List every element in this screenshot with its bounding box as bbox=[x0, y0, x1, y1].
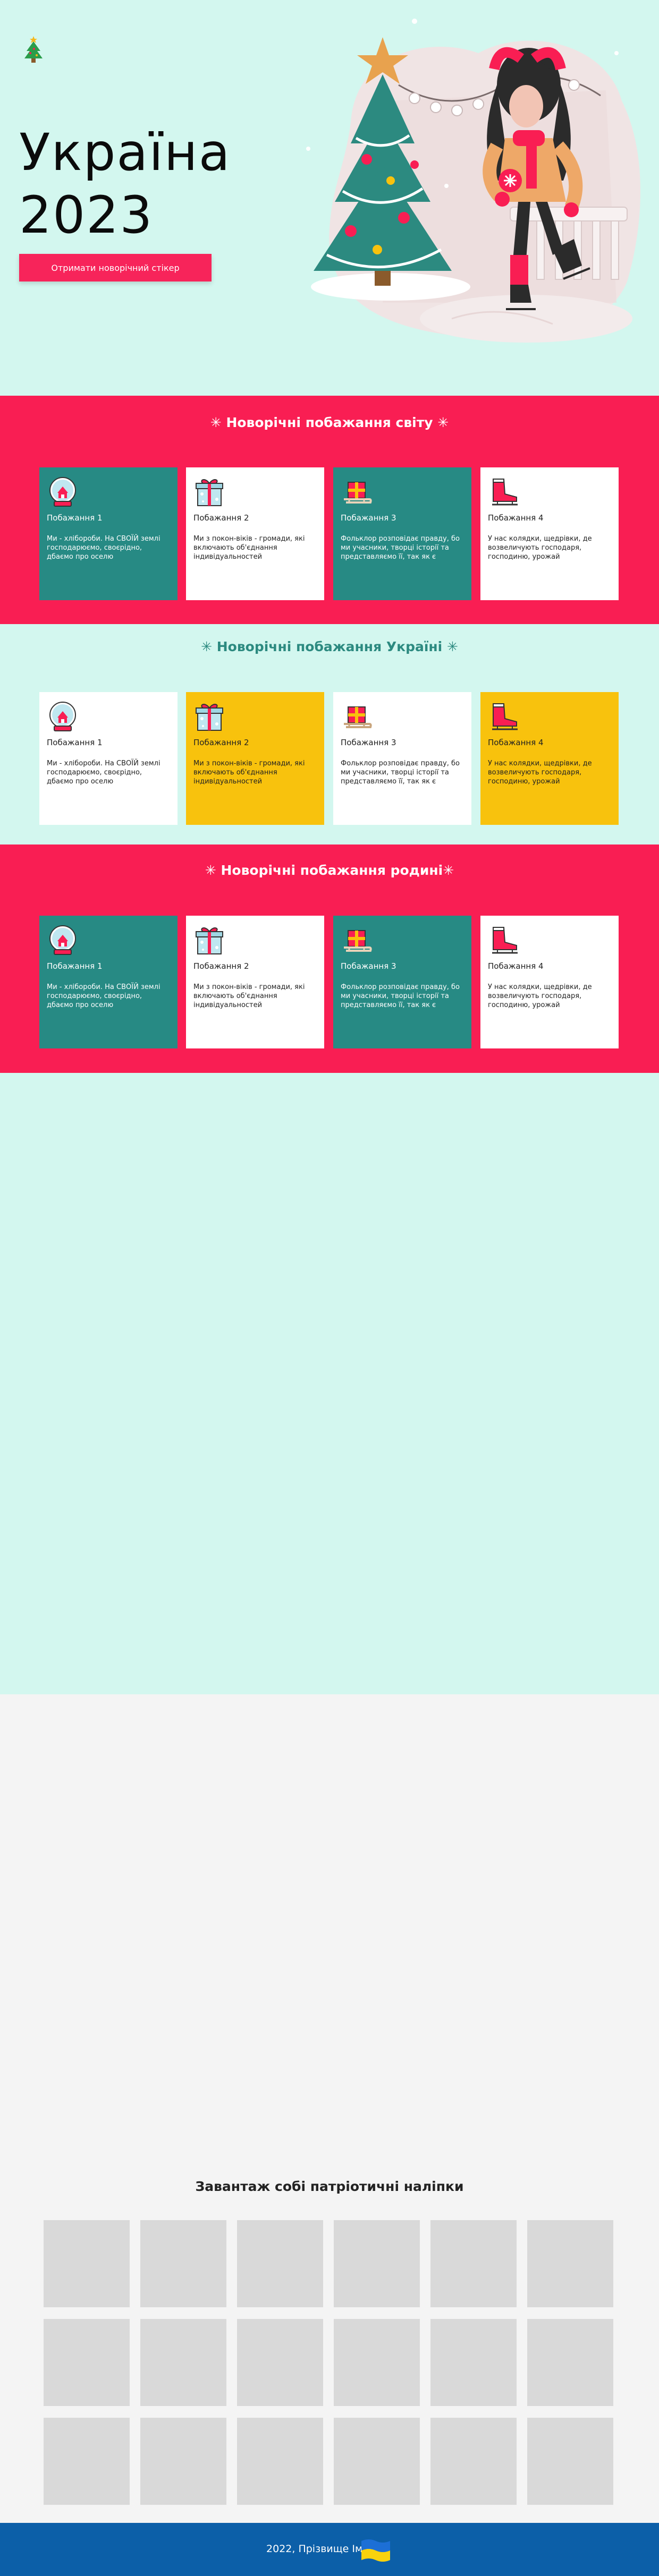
wish-card-title: Побажання 1 bbox=[47, 513, 103, 523]
wish-card-text: У нас колядки, щедрівки, де возвеличують… bbox=[488, 760, 592, 786]
gift-box-icon bbox=[196, 704, 223, 731]
gift-box-icon bbox=[196, 927, 223, 954]
sticker-tile[interactable] bbox=[430, 2319, 517, 2406]
wish-card-title: Побажання 2 bbox=[193, 738, 249, 747]
wish-card-title: Побажання 1 bbox=[47, 961, 103, 971]
snow-globe-icon bbox=[49, 702, 76, 731]
wish-card-4[interactable]: Побажання 4 У нас колядки, щедрівки, де … bbox=[480, 467, 619, 600]
wish-card-title: Побажання 1 bbox=[47, 738, 103, 747]
wish-card-text: Ми з покон-віків - громади, які включают… bbox=[193, 983, 305, 1009]
ice-skate-icon bbox=[492, 703, 518, 730]
wish-card-1[interactable]: Побажання 1 Ми - хлібороби. На СВОЇЙ зем… bbox=[39, 692, 178, 825]
wish-card-title: Побажання 4 bbox=[488, 513, 544, 523]
sticker-tile[interactable] bbox=[334, 2220, 420, 2307]
sticker-tile[interactable] bbox=[430, 2418, 517, 2505]
section-title: ✳ Новорічні побажання родині✳ bbox=[205, 863, 454, 878]
sticker-tile[interactable] bbox=[237, 2319, 323, 2406]
wish-card-title: Побажання 3 bbox=[341, 513, 396, 523]
sled-gift-icon bbox=[344, 706, 372, 728]
sticker-tile[interactable] bbox=[527, 2418, 613, 2505]
wish-card-text: Ми - хлібороби. На СВОЇЙ землі господарю… bbox=[47, 983, 160, 1009]
sticker-tile[interactable] bbox=[140, 2220, 226, 2307]
footer-copyright: 2022, Прізвище Ім'я bbox=[266, 2543, 371, 2555]
ice-skate-icon bbox=[492, 927, 518, 954]
sticker-tile[interactable] bbox=[140, 2418, 226, 2505]
page-title: Україна 2023 bbox=[19, 121, 231, 246]
sticker-tile[interactable] bbox=[334, 2319, 420, 2406]
section-title: ✳ Новорічні побажання світу ✳ bbox=[210, 415, 449, 430]
wish-card-text: Ми з покон-віків - громади, які включают… bbox=[193, 535, 305, 561]
stickers-section: Завантаж собі патріотичні наліпки bbox=[0, 1694, 659, 2523]
sled-gift-icon bbox=[344, 482, 372, 504]
wish-card-3[interactable]: Побажання 3 Фольклор розповідає правду, … bbox=[333, 916, 471, 1048]
wish-card-text: Фольклор розповідає правду, бо ми учасни… bbox=[341, 760, 460, 786]
wish-card-2[interactable]: Побажання 2 Ми з покон-віків - громади, … bbox=[186, 692, 324, 825]
winter-illustration bbox=[306, 19, 640, 343]
snow-globe-icon bbox=[49, 925, 76, 955]
wish-card-3[interactable]: Побажання 3 Фольклор розповідає правду, … bbox=[333, 692, 471, 825]
wish-card-title: Побажання 2 bbox=[193, 961, 249, 971]
sticker-tile[interactable] bbox=[334, 2418, 420, 2505]
section-title: ✳ Новорічні побажання Україні ✳ bbox=[201, 639, 458, 654]
christmas-tree-icon[interactable] bbox=[21, 35, 46, 65]
wish-card-4[interactable]: Побажання 4 У нас колядки, щедрівки, де … bbox=[480, 916, 619, 1048]
sticker-tile[interactable] bbox=[237, 2418, 323, 2505]
wish-card-1[interactable]: Побажання 1 Ми - хлібороби. На СВОЇЙ зем… bbox=[39, 467, 178, 600]
wish-card-title: Побажання 4 bbox=[488, 738, 544, 747]
wish-card-text: Фольклор розповідає правду, бо ми учасни… bbox=[341, 983, 460, 1009]
wish-card-title: Побажання 2 bbox=[193, 513, 249, 523]
wish-card-text: У нас колядки, щедрівки, де возвеличують… bbox=[488, 535, 592, 561]
sticker-tile[interactable] bbox=[527, 2220, 613, 2307]
wish-card-3[interactable]: Побажання 3 Фольклор розповідає правду, … bbox=[333, 467, 471, 600]
wish-card-2[interactable]: Побажання 2 Ми з покон-віків - громади, … bbox=[186, 467, 324, 600]
sticker-tile[interactable] bbox=[527, 2319, 613, 2406]
ukraine-flag-icon bbox=[361, 2539, 390, 2562]
wish-card-title: Побажання 3 bbox=[341, 738, 396, 747]
title-line-1: Україна bbox=[19, 123, 231, 182]
wish-card-text: Ми - хлібороби. На СВОЇЙ землі господарю… bbox=[47, 535, 160, 561]
wishes-world-section: ✳ Новорічні побажання світу ✳ Побажання … bbox=[0, 396, 659, 624]
hero-section: Україна 2023 Отримати новорічний стікер bbox=[0, 0, 659, 396]
wishes-family-section: ✳ Новорічні побажання родині✳ Побажання … bbox=[0, 845, 659, 1073]
sticker-tile[interactable] bbox=[44, 2319, 130, 2406]
sled-gift-icon bbox=[344, 930, 372, 952]
wish-card-text: У нас колядки, щедрівки, де возвеличують… bbox=[488, 983, 592, 1009]
sticker-tile[interactable] bbox=[237, 2220, 323, 2307]
get-sticker-button[interactable]: Отримати новорічний стікер bbox=[19, 254, 212, 282]
wish-card-1[interactable]: Побажання 1 Ми - хлібороби. На СВОЇЙ зем… bbox=[39, 916, 178, 1048]
wish-card-text: Фольклор розповідає правду, бо ми учасни… bbox=[341, 535, 460, 561]
sticker-tile[interactable] bbox=[430, 2220, 517, 2307]
sticker-tile[interactable] bbox=[44, 2418, 130, 2505]
wishes-ukraine-section: ✳ Новорічні побажання Україні ✳ Побажанн… bbox=[0, 624, 659, 845]
wish-card-title: Побажання 4 bbox=[488, 961, 544, 971]
ice-skate-icon bbox=[492, 479, 518, 506]
wish-card-2[interactable]: Побажання 2 Ми з покон-віків - громади, … bbox=[186, 916, 324, 1048]
sticker-tile[interactable] bbox=[44, 2220, 130, 2307]
stickers-title: Завантаж собі патріотичні наліпки bbox=[195, 2179, 464, 2194]
snow-globe-icon bbox=[49, 477, 76, 507]
wish-card-text: Ми з покон-віків - громади, які включают… bbox=[193, 760, 305, 786]
title-line-2: 2023 bbox=[19, 185, 154, 245]
footer: 2022, Прізвище Ім'я bbox=[0, 2523, 659, 2576]
sticker-tile[interactable] bbox=[140, 2319, 226, 2406]
wish-card-text: Ми - хлібороби. На СВОЇЙ землі господарю… bbox=[47, 760, 160, 786]
wish-card-title: Побажання 3 bbox=[341, 961, 396, 971]
gift-box-icon bbox=[196, 479, 223, 506]
wish-card-4[interactable]: Побажання 4 У нас колядки, щедрівки, де … bbox=[480, 692, 619, 825]
